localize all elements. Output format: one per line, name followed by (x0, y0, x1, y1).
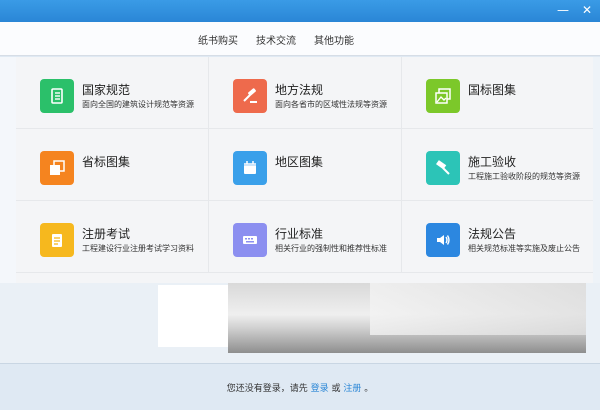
grid-bottom-padding (16, 273, 593, 283)
document-icon (40, 79, 74, 113)
minimize-button[interactable]: — (556, 2, 570, 18)
category-title: 地方法规 (275, 83, 324, 97)
category-desc: 面向各省市的区域性法规等资源 (275, 100, 387, 109)
speaker-icon (426, 223, 460, 257)
category-title: 法规公告 (468, 227, 517, 241)
category-desc: 工程建设行业注册考试学习资料 (82, 244, 194, 253)
category-title: 国家规范 (82, 83, 131, 97)
category-title: 注册考试 (82, 227, 131, 241)
category-title: 地区图集 (275, 155, 324, 169)
nav-item-buy-books[interactable]: 纸书购买 (198, 32, 238, 47)
nav-item-tech-exchange[interactable]: 技术交流 (256, 32, 296, 47)
blurred-region (158, 285, 228, 347)
scroll-gutter (593, 57, 600, 283)
category-local-regulations[interactable]: 地方法规 面向各省市的区域性法规等资源 (209, 57, 402, 129)
gavel-icon (233, 79, 267, 113)
login-prompt-text: 您还没有登录，请先 (226, 384, 308, 394)
calendar-icon (233, 151, 267, 185)
notepad-icon (40, 223, 74, 257)
keyboard-icon (233, 223, 267, 257)
close-button[interactable]: ✕ (580, 2, 594, 18)
category-industry-standards[interactable]: 行业标准 相关行业的强制性和推荐性标准 (209, 201, 402, 273)
category-title: 国标图集 (468, 83, 517, 97)
category-national-atlas[interactable]: 国标图集 (402, 57, 593, 129)
category-provincial-atlas[interactable]: 省标图集 (16, 129, 209, 201)
category-regional-atlas[interactable]: 地区图集 (209, 129, 402, 201)
left-margin (0, 57, 16, 283)
category-desc: 相关规范标准等实施及废止公告 (468, 244, 580, 253)
category-desc: 相关行业的强制性和推荐性标准 (275, 244, 387, 253)
category-regulation-notices[interactable]: 法规公告 相关规范标准等实施及废止公告 (402, 201, 593, 273)
picture-icon (426, 79, 460, 113)
register-link[interactable]: 注册 (343, 384, 361, 394)
nav-item-other-functions[interactable]: 其他功能 (314, 32, 354, 47)
title-bar: — ✕ (0, 0, 600, 22)
window-controls: — ✕ (556, 2, 594, 18)
category-registration-exam[interactable]: 注册考试 工程建设行业注册考试学习资料 (16, 201, 209, 273)
category-national-standards[interactable]: 国家规范 面向全国的建筑设计规范等资源 (16, 57, 209, 129)
category-desc: 面向全国的建筑设计规范等资源 (82, 100, 194, 109)
login-link[interactable]: 登录 (311, 384, 329, 394)
status-footer: 您还没有登录，请先 登录 或 注册 。 (0, 363, 600, 410)
category-grid: 国家规范 面向全国的建筑设计规范等资源 地方法规 面向各省市的区域性法规等资源 … (16, 57, 593, 273)
login-prompt-suffix: 。 (364, 384, 374, 394)
login-prompt-or: 或 (331, 384, 341, 394)
login-prompt: 您还没有登录，请先 登录 或 注册 。 (0, 381, 600, 394)
category-construction-acceptance[interactable]: 施工验收 工程施工验收阶段的规范等资源 (402, 129, 593, 201)
stack-icon (40, 151, 74, 185)
category-title: 施工验收 (468, 155, 517, 169)
top-nav: 纸书购买 技术交流 其他功能 (0, 22, 600, 56)
category-title: 行业标准 (275, 227, 324, 241)
hammer-icon (426, 151, 460, 185)
blurred-region-inner (370, 283, 586, 335)
category-desc: 工程施工验收阶段的规范等资源 (468, 172, 580, 181)
category-title: 省标图集 (82, 155, 131, 169)
